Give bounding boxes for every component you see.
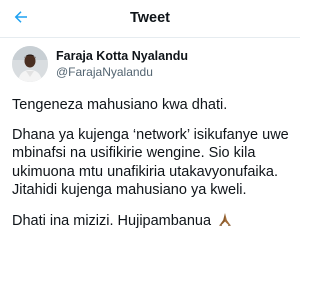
tweet-paragraph: Tengeneza mahusiano kwa dhati. bbox=[12, 97, 228, 113]
tweet-text: Tengeneza mahusiano kwa dhati. Dhana ya … bbox=[12, 96, 294, 243]
tweet-paragraph: Dhana ya kujenga ‘network’ isikufanye uw… bbox=[12, 126, 289, 199]
top-bar: Tweet bbox=[0, 0, 300, 38]
author-display-name[interactable]: Faraja Kotta Nyalandu bbox=[56, 49, 188, 63]
praying-hands-icon bbox=[217, 211, 233, 233]
avatar[interactable] bbox=[12, 46, 48, 82]
tweet-paragraph-text: Dhati ina mizizi. Hujipambanua bbox=[12, 212, 212, 229]
tweet-paragraph: Dhati ina mizizi. Hujipambanua bbox=[12, 211, 294, 233]
page-title: Tweet bbox=[129, 10, 171, 26]
tweet-author: Faraja Kotta Nyalandu @FarajaNyalandu bbox=[12, 46, 292, 82]
author-handle[interactable]: @FarajaNyalandu bbox=[56, 65, 153, 79]
